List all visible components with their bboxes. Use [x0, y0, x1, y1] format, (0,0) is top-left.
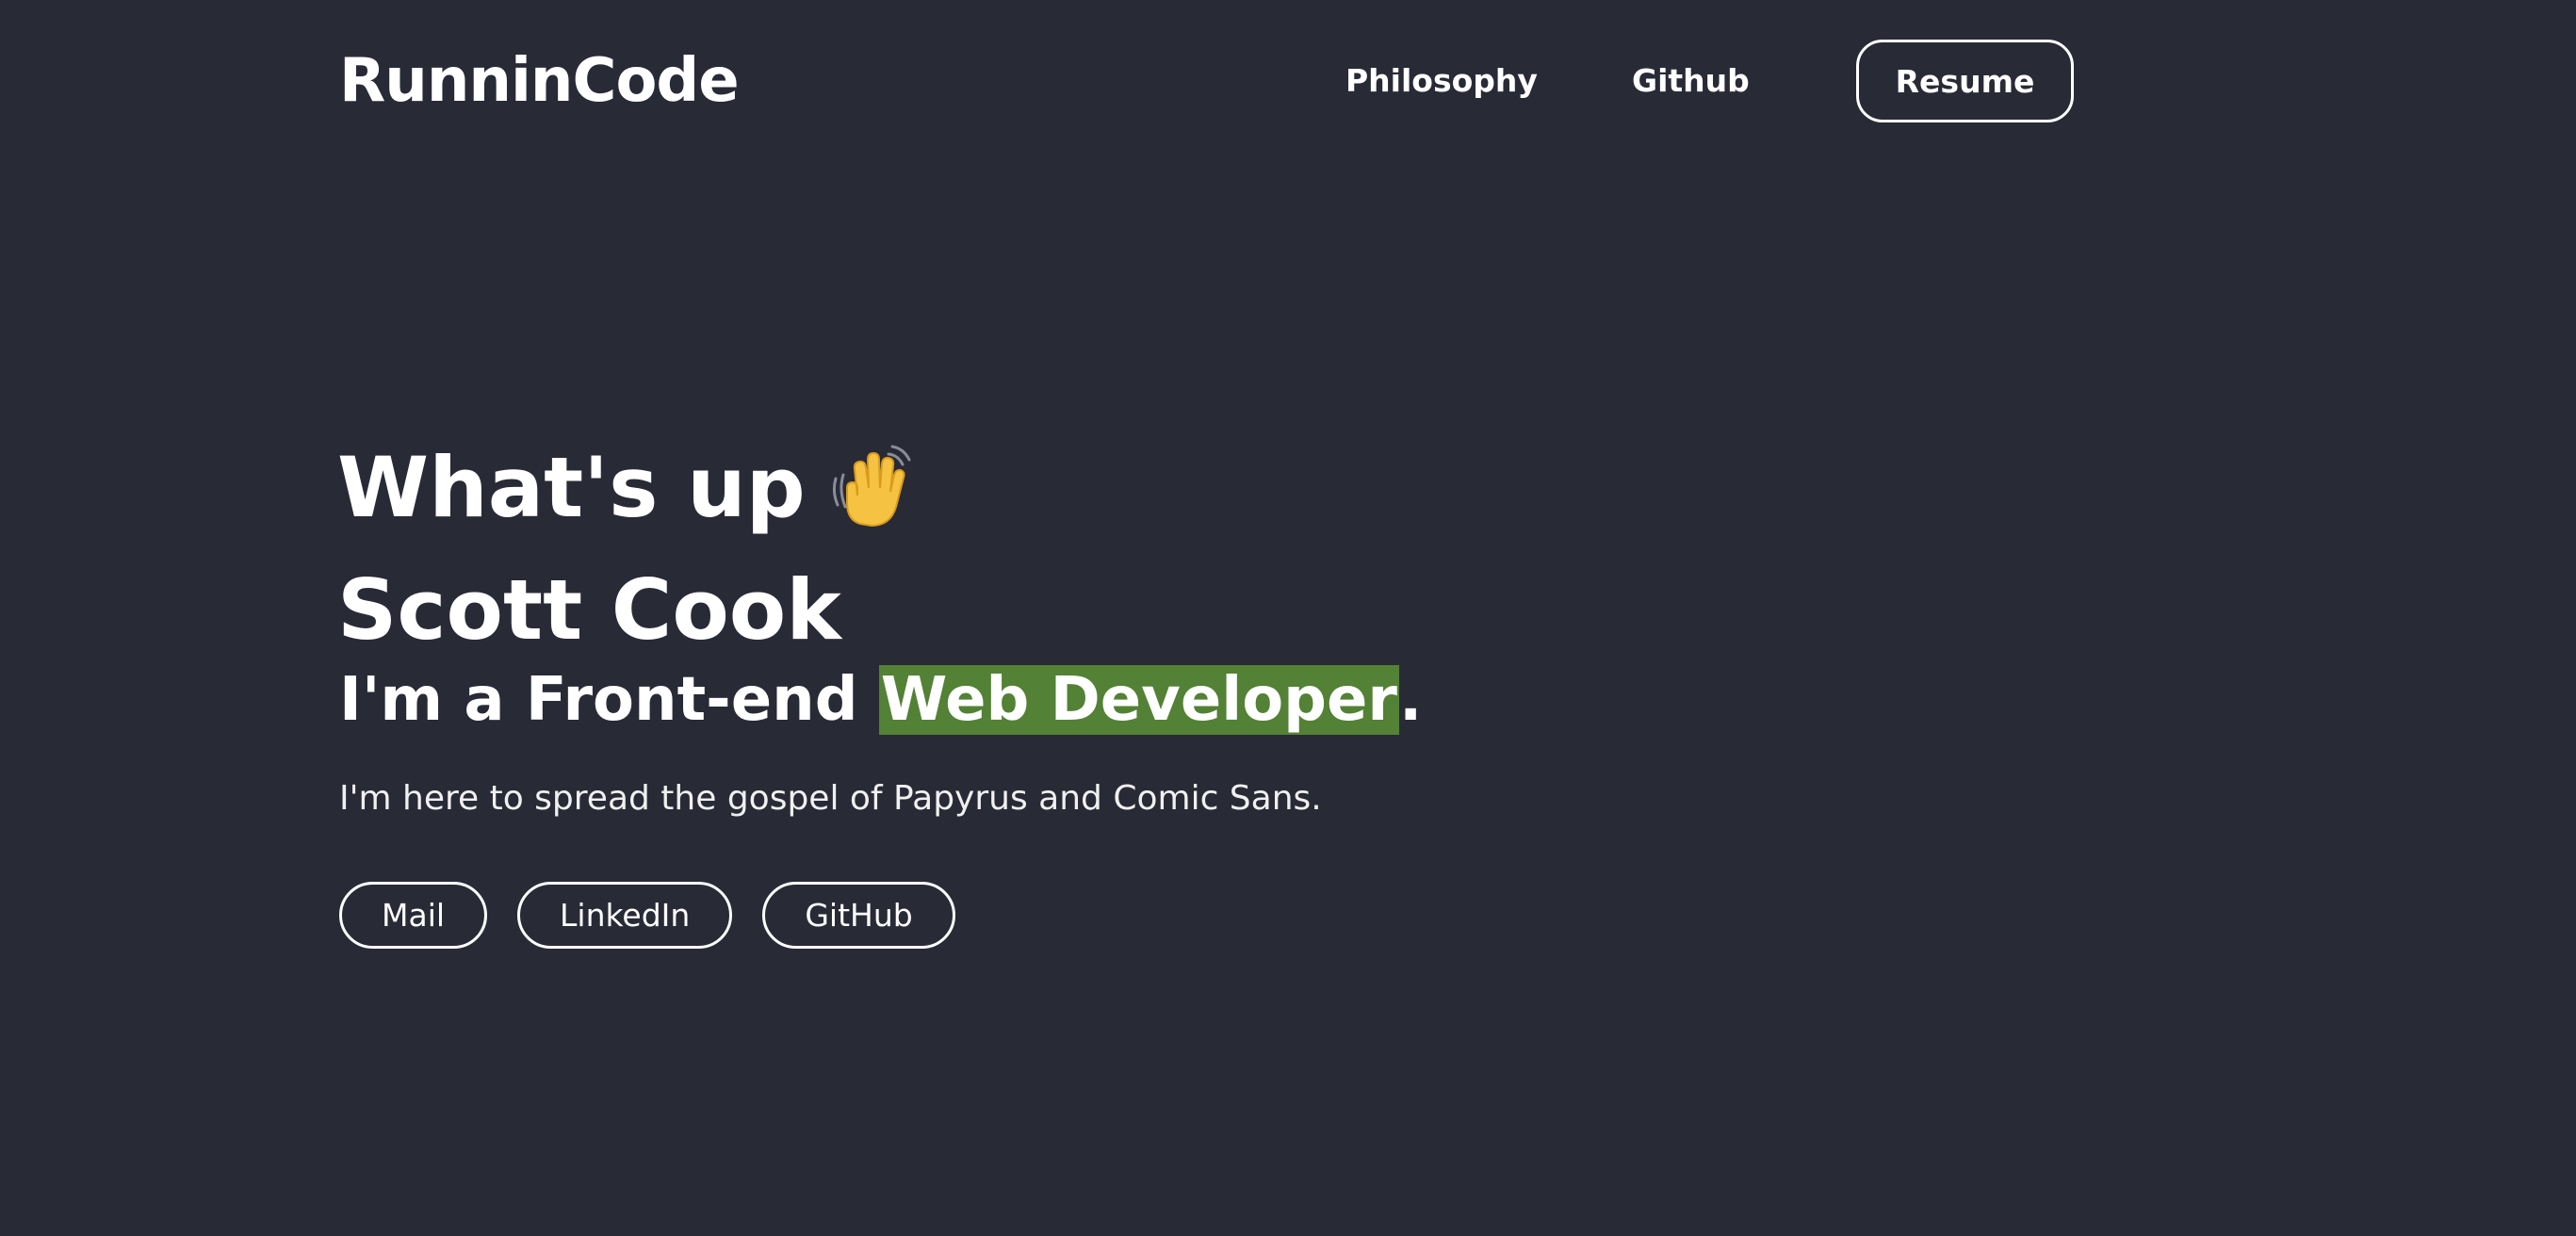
nav-github-link[interactable]: Github [1632, 57, 1750, 106]
greeting-text: What's up [337, 439, 806, 536]
tagline-prefix: I'm a Front-end [339, 665, 879, 735]
nav-philosophy-link[interactable]: Philosophy [1345, 57, 1538, 106]
name-heading: Scott Cook [337, 561, 841, 659]
linkedin-button[interactable]: LinkedIn [517, 882, 733, 949]
page: RunninCode Philosophy Github Resume What… [0, 0, 2576, 1236]
github-button[interactable]: GitHub [762, 882, 955, 949]
resume-button[interactable]: Resume [1856, 40, 2074, 122]
intro-text: I'm here to spread the gospel of Papyrus… [339, 779, 1322, 818]
tagline-heading: I'm a Front-end Web Developer. [339, 665, 1422, 735]
waving-hand-icon [826, 441, 917, 531]
social-links: Mail LinkedIn GitHub [339, 882, 955, 949]
tagline-highlight: Web Developer [878, 665, 1399, 735]
tagline-suffix: . [1398, 665, 1423, 735]
brand-logo[interactable]: RunninCode [339, 40, 740, 122]
mail-button[interactable]: Mail [339, 882, 488, 949]
greeting-heading: What's up [337, 433, 917, 543]
